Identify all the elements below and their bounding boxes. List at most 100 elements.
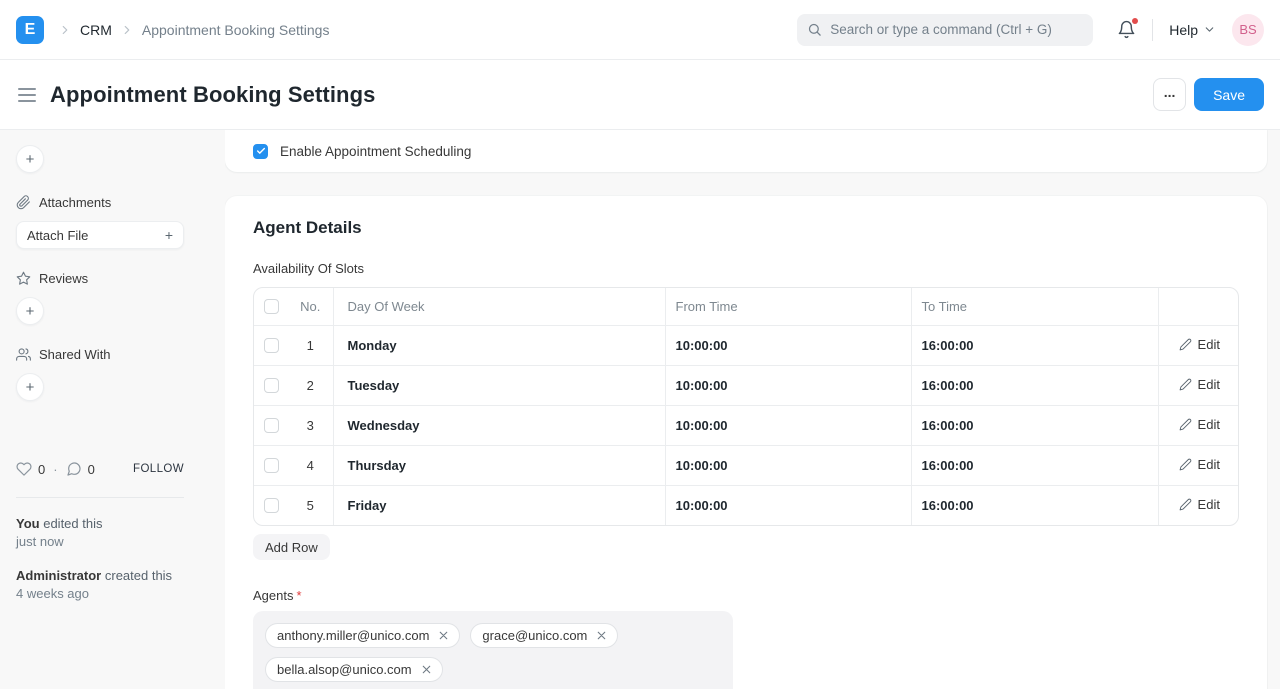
from-time-cell[interactable]: 10:00:00 [665, 485, 911, 525]
edit-row-button[interactable]: Edit [1179, 377, 1220, 392]
edit-row-button[interactable]: Edit [1179, 337, 1220, 352]
attachments-section-label: Attachments [16, 195, 209, 210]
notifications-bell-icon[interactable] [1117, 20, 1136, 39]
edit-row-button[interactable]: Edit [1179, 417, 1220, 432]
comments-count: 0 [88, 462, 95, 477]
day-of-week-cell[interactable]: Friday [333, 485, 665, 525]
agent-tag-label: grace@unico.com [482, 628, 587, 643]
attach-file-button[interactable]: Attach File + [16, 221, 184, 249]
day-of-week-cell[interactable]: Wednesday [333, 405, 665, 445]
divider [16, 497, 184, 498]
to-time-cell[interactable]: 16:00:00 [911, 405, 1158, 445]
enable-scheduling-label: Enable Appointment Scheduling [280, 144, 471, 159]
availability-table: No. Day Of Week From Time To Time 1 Mond… [253, 287, 1239, 526]
remove-tag-icon[interactable] [437, 629, 450, 642]
add-tag-button[interactable]: + [16, 145, 44, 173]
from-time-cell[interactable]: 10:00:00 [665, 365, 911, 405]
select-all-checkbox[interactable] [264, 299, 279, 314]
search-icon [807, 22, 822, 37]
from-time-cell[interactable]: 10:00:00 [665, 445, 911, 485]
remove-tag-icon[interactable] [420, 663, 433, 676]
agent-tag: bella.alsop@unico.com [265, 657, 443, 682]
pencil-icon [1179, 498, 1192, 511]
search-input[interactable] [830, 22, 1083, 37]
remove-tag-icon[interactable] [595, 629, 608, 642]
agent-tag: grace@unico.com [470, 623, 618, 648]
required-asterisk: * [296, 588, 301, 603]
paperclip-icon [16, 195, 31, 210]
day-of-week-cell[interactable]: Monday [333, 325, 665, 365]
sidebar-toggle-icon[interactable] [16, 86, 38, 104]
comment-icon[interactable] [66, 461, 82, 477]
engagement-row: 0 · 0 FOLLOW [16, 461, 184, 477]
add-share-button[interactable]: + [16, 373, 44, 401]
agents-multiselect[interactable]: anthony.miller@unico.com grace@unico.com… [253, 611, 733, 689]
agent-tag-label: anthony.miller@unico.com [277, 628, 429, 643]
from-time-cell[interactable]: 10:00:00 [665, 325, 911, 365]
table-row[interactable]: 1 Monday 10:00:00 16:00:00 Edit [254, 325, 1239, 365]
day-of-week-cell[interactable]: Thursday [333, 445, 665, 485]
enable-scheduling-checkbox[interactable] [253, 144, 268, 159]
add-row-button[interactable]: Add Row [253, 534, 330, 560]
pencil-icon [1179, 458, 1192, 471]
divider [1152, 19, 1153, 41]
pencil-icon [1179, 338, 1192, 351]
pencil-icon [1179, 418, 1192, 431]
agent-details-card: Agent Details Availability Of Slots No. … [225, 196, 1267, 689]
agent-tag-label: bella.alsop@unico.com [277, 662, 412, 677]
to-time-cell[interactable]: 16:00:00 [911, 365, 1158, 405]
day-of-week-cell[interactable]: Tuesday [333, 365, 665, 405]
table-row[interactable]: 5 Friday 10:00:00 16:00:00 Edit [254, 485, 1239, 525]
column-header-no: No. [288, 288, 333, 325]
save-button[interactable]: Save [1194, 78, 1264, 111]
to-time-cell[interactable]: 16:00:00 [911, 485, 1158, 525]
row-checkbox[interactable] [264, 338, 279, 353]
table-row[interactable]: 3 Wednesday 10:00:00 16:00:00 Edit [254, 405, 1239, 445]
table-row[interactable]: 4 Thursday 10:00:00 16:00:00 Edit [254, 445, 1239, 485]
likes-count: 0 [38, 462, 45, 477]
activity-created: Administrator created this 4 weeks ago [16, 567, 186, 603]
breadcrumb: CRM Appointment Booking Settings [58, 22, 329, 38]
help-menu[interactable]: Help [1169, 22, 1216, 38]
app-logo[interactable]: E [16, 16, 44, 44]
star-icon [16, 271, 31, 286]
row-number: 3 [288, 405, 333, 445]
document-sidebar: + Attachments Attach File + Reviews + Sh… [0, 130, 225, 689]
form-area: Enable Appointment Scheduling Agent Deta… [225, 130, 1280, 689]
to-time-cell[interactable]: 16:00:00 [911, 325, 1158, 365]
row-number: 4 [288, 445, 333, 485]
table-row[interactable]: 2 Tuesday 10:00:00 16:00:00 Edit [254, 365, 1239, 405]
heart-icon[interactable] [16, 461, 32, 477]
more-options-button[interactable]: ... [1153, 78, 1186, 111]
avatar[interactable]: BS [1232, 14, 1264, 46]
separator-dot: · [53, 462, 57, 477]
page-header: Appointment Booking Settings ... Save [0, 60, 1280, 130]
table-header-row: No. Day Of Week From Time To Time [254, 288, 1239, 325]
activity-edited: You edited this just now [16, 515, 186, 551]
add-review-button[interactable]: + [16, 297, 44, 325]
row-checkbox[interactable] [264, 378, 279, 393]
from-time-cell[interactable]: 10:00:00 [665, 405, 911, 445]
top-navbar: E CRM Appointment Booking Settings Help [0, 0, 1280, 60]
slots-table-label: Availability Of Slots [253, 261, 1239, 276]
row-number: 1 [288, 325, 333, 365]
follow-button[interactable]: FOLLOW [133, 463, 184, 475]
pencil-icon [1179, 378, 1192, 391]
breadcrumb-item-crm[interactable]: CRM [80, 22, 112, 38]
chevron-right-icon [120, 23, 134, 37]
row-checkbox[interactable] [264, 498, 279, 513]
row-checkbox[interactable] [264, 418, 279, 433]
agents-field-label: Agents* [253, 588, 1239, 603]
notification-dot [1132, 18, 1138, 24]
edit-row-button[interactable]: Edit [1179, 497, 1220, 512]
global-search[interactable] [797, 14, 1093, 46]
shared-with-section-label: Shared With [16, 347, 209, 362]
enable-scheduling-card: Enable Appointment Scheduling [225, 130, 1267, 172]
edit-row-button[interactable]: Edit [1179, 457, 1220, 472]
to-time-cell[interactable]: 16:00:00 [911, 445, 1158, 485]
row-checkbox[interactable] [264, 458, 279, 473]
chevron-down-icon [1203, 23, 1216, 36]
column-header-actions [1158, 288, 1239, 325]
column-header-day: Day Of Week [333, 288, 665, 325]
users-icon [16, 347, 31, 362]
